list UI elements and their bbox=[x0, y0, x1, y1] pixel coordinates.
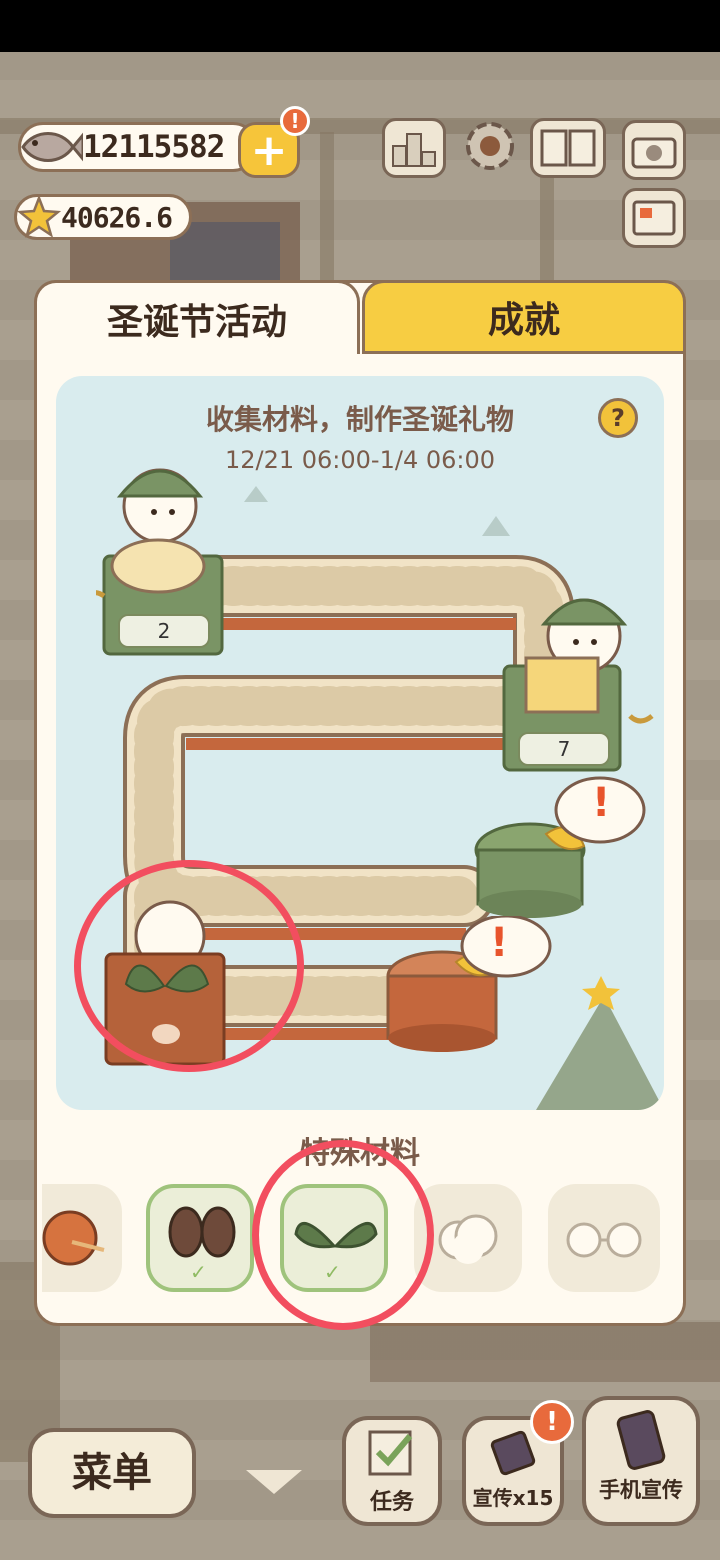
collected-check-icon: ✓ bbox=[190, 1260, 207, 1284]
tasks-button[interactable]: 任务 bbox=[342, 1416, 442, 1526]
promote-label: 宣传x15 bbox=[472, 1486, 554, 1510]
phone-icon bbox=[616, 1410, 666, 1470]
flyer-icon bbox=[490, 1430, 536, 1476]
status-bar bbox=[0, 0, 720, 52]
event-panel: 收集材料，制作圣诞礼物 12/21 06:00-1/4 06:00 ? 2 7 … bbox=[56, 376, 664, 1110]
green-pot[interactable] bbox=[474, 776, 664, 936]
yarn-machine-count: 2 bbox=[118, 614, 210, 648]
yarn-ball-icon bbox=[42, 1210, 105, 1266]
menu-button[interactable]: 菜单 bbox=[28, 1428, 196, 1518]
notification-mark: ! bbox=[290, 109, 300, 133]
brown-pot[interactable] bbox=[386, 916, 556, 1066]
box-machine-count: 7 bbox=[518, 732, 610, 766]
recipe-book-icon[interactable] bbox=[530, 118, 606, 178]
star-currency: 40626.6 bbox=[14, 194, 192, 240]
phone-promote-label: 手机宣传 bbox=[599, 1478, 683, 1502]
tab-achievements-label: 成就 bbox=[487, 300, 560, 341]
settings-gear-icon[interactable] bbox=[458, 116, 522, 176]
fish-currency: 12115582 bbox=[18, 122, 258, 172]
tab-achievements[interactable]: 成就 bbox=[362, 280, 686, 354]
promote-alert-badge: ! bbox=[530, 1400, 574, 1444]
glasses-icon bbox=[566, 1222, 642, 1258]
fish-icon bbox=[21, 132, 83, 162]
plus-icon: + bbox=[250, 124, 288, 176]
star-amount: 40626.6 bbox=[61, 200, 173, 234]
phone-promote-button[interactable]: 手机宣传 bbox=[582, 1396, 700, 1526]
star-icon bbox=[17, 195, 61, 238]
notification-badge: ! bbox=[280, 106, 310, 136]
annotation-circle-leaf-slot bbox=[252, 1140, 434, 1330]
collapse-arrow-icon[interactable] bbox=[246, 1470, 302, 1494]
material-slot-glasses[interactable] bbox=[548, 1184, 660, 1292]
menu-label: 菜单 bbox=[72, 1450, 152, 1496]
camera-icon[interactable] bbox=[622, 120, 686, 180]
tab-christmas-event[interactable]: 圣诞节活动 bbox=[34, 280, 360, 354]
annotation-circle-leaf-machine bbox=[74, 860, 304, 1072]
tasks-label: 任务 bbox=[369, 1490, 414, 1515]
fish-amount: 12115582 bbox=[83, 129, 225, 165]
material-slot-yarn[interactable] bbox=[42, 1184, 122, 1292]
promote-alert-mark: ! bbox=[546, 1407, 558, 1437]
brown-pot-alert: ! bbox=[490, 920, 509, 966]
checklist-icon bbox=[368, 1430, 413, 1476]
green-pot-alert: ! bbox=[592, 780, 611, 826]
newspaper-icon[interactable] bbox=[622, 188, 686, 248]
tab-christmas-event-label: 圣诞节活动 bbox=[106, 301, 287, 343]
ranking-icon[interactable] bbox=[382, 118, 446, 178]
material-slot-mittens[interactable]: ✓ bbox=[146, 1184, 254, 1292]
